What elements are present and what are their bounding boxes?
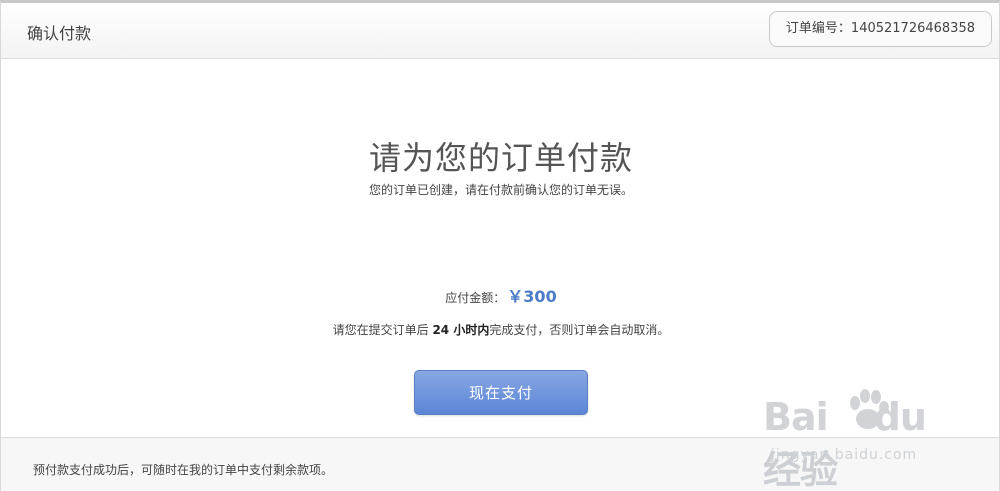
- prepayment-note: 预付款支付成功后，可随时在我的订单中支付剩余款项。: [33, 463, 334, 477]
- deadline-prefix: 请您在提交订单后: [332, 323, 433, 337]
- deadline-suffix: 完成支付，否则订单会自动取消。: [489, 323, 670, 337]
- order-number-label: 订单编号：: [785, 21, 851, 36]
- watermark-url: jingyan.baidu.com: [771, 447, 918, 463]
- order-created-notice: 您的订单已创建，请在付款前确认您的订单无误。: [368, 183, 633, 197]
- page-frame: 确认付款 订单编号：140521726468358 请为您的订单付款 您的订单已…: [0, 0, 1000, 491]
- amount-label: 应付金额：: [445, 291, 506, 305]
- amount-value: ￥300: [507, 287, 557, 306]
- pay-now-button[interactable]: 现在支付: [414, 370, 588, 415]
- order-number-value: 140521726468358: [850, 21, 975, 36]
- paw-icon: [850, 389, 889, 429]
- baidu-jingyan-watermark: Bai du经验 jingyan.baidu.com: [763, 387, 953, 491]
- deadline-hours: 24 小时内: [432, 323, 490, 337]
- page-title: 确认付款: [27, 24, 92, 43]
- amount-due: 应付金额： ￥300: [1, 283, 1000, 307]
- payment-deadline-notice: 请您在提交订单后 24 小时内完成支付，否则订单会自动取消。: [1, 321, 1000, 338]
- payment-heading: 请为您的订单付款: [368, 139, 633, 177]
- order-number-box: 订单编号：140521726468358: [768, 11, 992, 47]
- header-bar: 确认付款 订单编号：140521726468358: [1, 3, 999, 59]
